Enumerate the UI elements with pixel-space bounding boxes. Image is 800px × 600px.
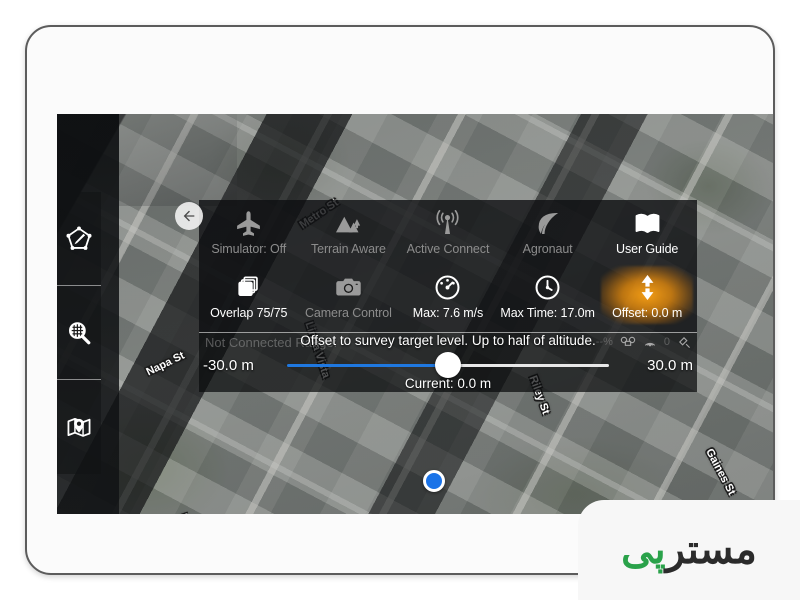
slider-track-remaining (448, 363, 609, 367)
watermark-badge: مسترپی (578, 500, 800, 600)
toolbar-label-overlap: Overlap 75/75 (210, 306, 288, 320)
toolbar-label-terrain-aware: Terrain Aware (310, 242, 386, 256)
toolbar-label-camera-control: Camera Control (304, 306, 392, 320)
toolbar-row-secondary: Overlap 75/75 Camera Control Max: 7.6 m/… (199, 268, 697, 330)
tool-rail-map-waypoints[interactable] (57, 380, 101, 474)
map-viewport[interactable]: Metro St Napa St Linda Vista Riley St Na… (57, 114, 773, 514)
antenna-signal-icon (434, 208, 461, 238)
slider-max-label: 30.0 m (647, 356, 693, 374)
watermark-brand-accent: پی (621, 528, 666, 572)
toolbar-item-agronaut[interactable]: Agronaut (498, 204, 598, 266)
back-button[interactable] (175, 202, 203, 230)
toolbar-label-agronaut: Agronaut (522, 242, 573, 256)
toolbar-item-max-speed[interactable]: Max: 7.6 m/s (398, 268, 498, 330)
arrow-left-icon (183, 210, 195, 222)
camera-icon (335, 272, 362, 302)
leaf-icon (534, 208, 561, 238)
tool-rail-map-search[interactable] (57, 286, 101, 380)
airplane-icon (235, 208, 262, 238)
toolbar-label-active-connect: Active Connect (406, 242, 490, 256)
flight-settings-panel: Not Connected Range: --% 0 Simulator: Of… (199, 200, 697, 392)
toolbar-label-simulator: Simulator: Off (211, 242, 287, 256)
slider-hint-text: Offset to survey target level. Up to hal… (300, 333, 596, 348)
tool-rail-edit-survey-shape[interactable] (57, 192, 101, 286)
slider-track-filled (287, 363, 448, 367)
toolbar-label-max-speed: Max: 7.6 m/s (412, 306, 484, 320)
toolbar-item-offset[interactable]: Offset: 0.0 m (597, 268, 697, 330)
toolbar-item-user-guide[interactable]: User Guide (597, 204, 697, 266)
open-book-icon (634, 208, 661, 238)
toolbar-item-overlap[interactable]: Overlap 75/75 (199, 268, 299, 330)
toolbar-label-user-guide: User Guide (616, 242, 679, 256)
tool-rail (57, 192, 101, 474)
map-shadow-region-upper (119, 114, 237, 206)
slider-current-value-label: Current: 0.0 m (404, 376, 492, 391)
watermark-logo-text: مسترپی (621, 527, 758, 573)
toolbar-label-offset: Offset: 0.0 m (612, 306, 683, 320)
toolbar-item-camera-control[interactable]: Camera Control (299, 268, 399, 330)
toolbar-item-active-connect[interactable]: Active Connect (398, 204, 498, 266)
current-location-dot (423, 470, 445, 492)
toolbar-label-max-time: Max Time: 17.0m (500, 306, 595, 320)
offset-slider-row: -30.0 m 30.0 m (199, 352, 697, 378)
grid-magnifier-icon (69, 321, 91, 344)
toolbar-item-terrain-aware[interactable]: Terrain Aware (299, 204, 399, 266)
polygon-pencil-icon (66, 225, 92, 250)
speedometer-icon (434, 272, 461, 302)
slider-min-label: -30.0 m (203, 356, 254, 374)
toolbar-item-max-time[interactable]: Max Time: 17.0m (498, 268, 598, 330)
slider-thumb[interactable] (435, 352, 461, 378)
mountain-icon (335, 208, 362, 238)
clock-icon (534, 272, 561, 302)
map-pin-icon (67, 417, 91, 437)
up-down-arrows-icon (597, 272, 697, 302)
stacked-layers-icon (235, 272, 262, 302)
watermark-brand-main: مستر (665, 528, 758, 572)
toolbar-item-simulator[interactable]: Simulator: Off (199, 204, 299, 266)
tablet-device-frame: Metro St Napa St Linda Vista Riley St Na… (25, 25, 775, 575)
toolbar-row-primary: Simulator: Off Terrain Aware Active Conn… (199, 204, 697, 266)
offset-slider[interactable] (287, 352, 609, 378)
